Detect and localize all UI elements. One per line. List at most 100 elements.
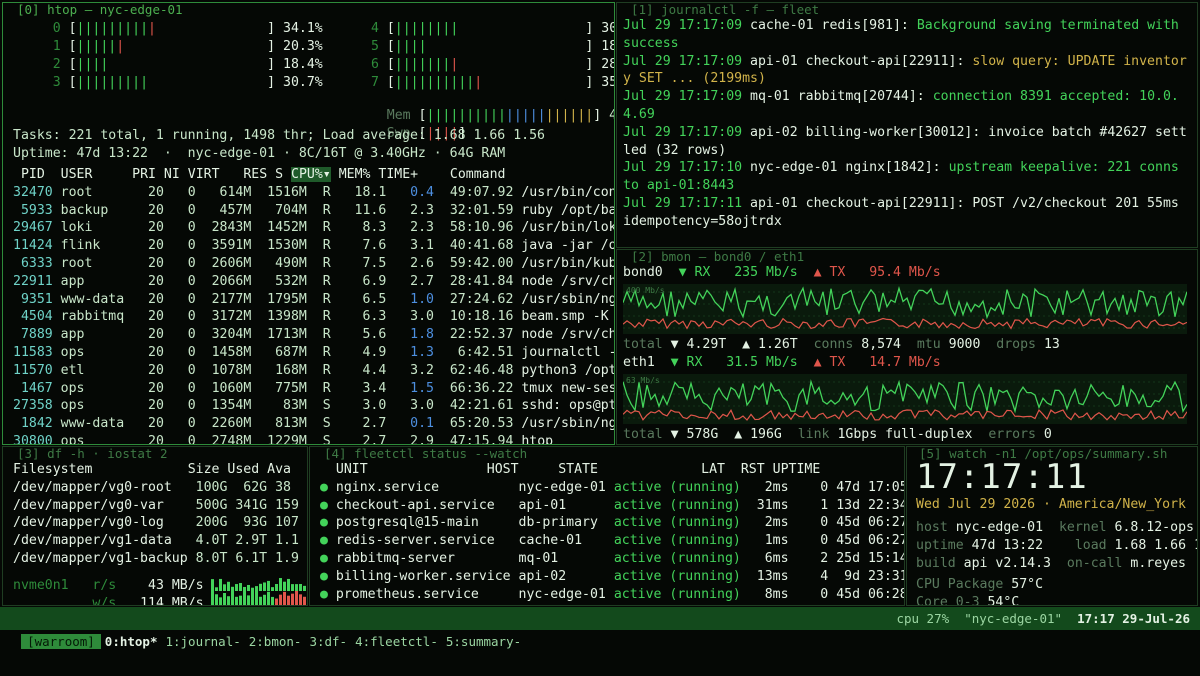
tmux-window-4[interactable]: 4:fleetctl- <box>351 634 442 649</box>
process-pid: 6333 <box>13 255 53 271</box>
iostat-write-bar <box>263 594 266 605</box>
table-row[interactable]: 29467 loki 20 0 2843M 1452M R 8.3 2.3 58… <box>13 219 614 237</box>
process-col-mem[interactable]: MEM% <box>339 167 371 182</box>
process-cmd: node /srv/chec <box>521 273 614 289</box>
process-pid: 1467 <box>13 380 53 396</box>
process-col-virt[interactable]: VIRT <box>188 167 220 182</box>
table-row[interactable]: 22911 app 20 0 2066M 532M R 6.9 2.7 28:4… <box>13 273 614 291</box>
journal-pane[interactable]: [1] journalctl -f — fleet Jul 29 17:17:0… <box>616 2 1198 248</box>
cpu-meter-1: 1 [|||||| ] 20.3% <box>13 38 323 56</box>
table-row[interactable]: ● redis-server.service cache-01 active (… <box>320 532 904 550</box>
tmux-window-5[interactable]: 5:summary- <box>442 634 525 649</box>
cpu-meter-value: 34.1% <box>283 21 323 36</box>
cpu-meter-bracket: ] <box>267 21 276 36</box>
process-pri: 20 <box>140 309 164 325</box>
summary-pane[interactable]: [5] watch -n1 /opt/ops/summary.sh 17:17:… <box>906 446 1198 606</box>
table-row[interactable]: 11583 ops 20 0 1458M 687M R 4.9 1.3 6:42… <box>13 344 614 362</box>
table-row[interactable]: ● checkout-api.service api-01 active (ru… <box>320 497 904 515</box>
table-row[interactable]: 27358 ops 20 0 1354M 83M S 3.0 3.0 42:21… <box>13 397 614 415</box>
process-pid: 11583 <box>13 344 53 360</box>
process-user: ops <box>60 398 133 414</box>
table-row[interactable]: 5933 backup 20 0 457M 704M R 11.6 2.3 32… <box>13 202 614 220</box>
fleet-unit: nginx.service <box>335 479 511 495</box>
iostat-write-bar <box>215 594 218 605</box>
df-filesystem: /dev/mapper/vg1-data <box>13 533 188 549</box>
table-row[interactable]: 7889 app 20 0 3204M 1713M R 5.6 1.8 22:5… <box>13 326 614 344</box>
process-col-time[interactable]: TIME+ <box>378 167 418 182</box>
journal-unit: checkout-api[22911]: <box>805 53 965 69</box>
tmux-window-3[interactable]: 3:df- <box>305 634 351 649</box>
process-cmd: /usr/bin/conta <box>521 184 614 200</box>
process-time: 58:10.96 <box>441 220 514 236</box>
iostat-read-bar <box>215 587 218 591</box>
process-mem: 1.5 <box>394 380 434 396</box>
df-avail: 1.9 <box>275 550 299 566</box>
process-col-command[interactable]: Command <box>450 167 506 182</box>
process-time: 49:07.92 <box>441 184 514 200</box>
session-name[interactable]: [warroom] <box>21 634 101 649</box>
iface-name: eth1 <box>623 355 655 370</box>
iostat-write-bar <box>283 591 286 605</box>
process-ni: 0 <box>171 433 196 445</box>
process-col-pid[interactable]: PID <box>21 167 45 182</box>
process-res: 1530M <box>259 238 307 254</box>
table-row[interactable]: 30800 ops 20 0 2748M 1229M S 2.7 2.9 47:… <box>13 433 614 445</box>
table-row[interactable]: 6333 root 20 0 2606M 490M R 7.5 2.6 59:4… <box>13 255 614 273</box>
df-pane[interactable]: [3] df -h · iostat 2 Filesystem Size Use… <box>2 446 308 606</box>
table-row[interactable]: 4504 rabbitmq 20 0 3172M 1398M R 6.3 3.0… <box>13 308 614 326</box>
cpu-meter-value: 28 <box>601 57 614 72</box>
table-row[interactable]: ● rabbitmq-server mq-01 active (running)… <box>320 550 904 568</box>
status-dot-icon: ● <box>320 497 328 513</box>
cpu-meter-bracket: [ <box>68 21 77 36</box>
fleet-restarts: 0 <box>796 515 829 531</box>
process-s: R <box>314 220 331 236</box>
htop-pane[interactable]: [0] htop — nyc-edge-01 0 [|||||||||| ] 3… <box>2 2 615 445</box>
process-time: 27:24.62 <box>441 291 514 307</box>
tmux-window-1[interactable]: 1:journal- <box>161 634 244 649</box>
process-col-pri[interactable]: PRI <box>132 167 156 182</box>
temp1-value: 57°C <box>1011 577 1044 592</box>
fleet-col-rst: RST <box>740 462 765 477</box>
df-table-body: /dev/mapper/vg0-root 100G 62G 38/dev/map… <box>13 479 299 568</box>
tmux-window-0[interactable]: 0:htop* <box>101 634 162 649</box>
iostat-read-value: 43 MB/s <box>148 578 204 593</box>
table-row[interactable]: ● billing-worker.service api-02 active (… <box>320 568 904 586</box>
journal-unit: nginx[1842]: <box>845 160 941 176</box>
process-cpu: 4.4 <box>338 362 387 378</box>
cpu-meter-label: 3 <box>13 75 61 90</box>
status-dot-icon: ● <box>320 586 328 602</box>
process-cpu: 4.9 <box>338 344 387 360</box>
process-col-user[interactable]: USER <box>61 167 93 182</box>
fleet-state: active (running) <box>613 550 749 566</box>
fleet-unit: redis-server.service <box>335 533 511 549</box>
cpu-meter-bracket: ] <box>267 39 276 54</box>
table-row[interactable]: ● postgresql@15-main db-primary active (… <box>320 514 904 532</box>
bmon-pane[interactable]: [2] bmon — bond0 / eth1 bond0 ▼ RX 235 M… <box>616 249 1198 445</box>
journal-pane-title: [1] journalctl -f — fleet <box>631 2 820 17</box>
table-row[interactable]: 32470 root 20 0 614M 1516M R 18.1 0.4 49… <box>13 184 614 202</box>
table-row[interactable]: 1467 ops 20 0 1060M 775M R 3.4 1.5 66:36… <box>13 380 614 398</box>
tmux-window-2[interactable]: 2:bmon- <box>245 634 306 649</box>
process-col-res[interactable]: RES <box>243 167 267 182</box>
fleet-pane[interactable]: [4] fleetctl status --watch UNIT HOST ST… <box>309 446 905 606</box>
process-col-cpu[interactable]: CPU%▾ <box>291 167 331 182</box>
process-user: etl <box>60 362 133 378</box>
process-col-s[interactable]: S <box>275 167 283 182</box>
table-row[interactable]: 1842 www-data 20 0 2260M 813M S 2.7 0.1 … <box>13 415 614 433</box>
process-cpu: 18.1 <box>338 184 387 200</box>
table-row[interactable]: ● nginx.service nyc-edge-01 active (runn… <box>320 479 904 497</box>
process-s: R <box>314 309 331 325</box>
process-pid: 7889 <box>13 327 53 343</box>
table-row[interactable]: 11424 flink 20 0 3591M 1530M R 7.6 3.1 4… <box>13 237 614 255</box>
iostat-read-bar <box>279 578 282 591</box>
process-pri: 20 <box>140 255 164 271</box>
fleet-restarts: 0 <box>796 533 829 549</box>
df-filesystem: /dev/mapper/vg1-backup <box>13 550 188 566</box>
table-row[interactable]: 9351 www-data 20 0 2177M 1795M R 6.5 1.0… <box>13 291 614 309</box>
df-size: 8.0T <box>195 550 228 566</box>
graph-scale-label: 63 Mb/s <box>626 376 660 385</box>
table-row[interactable]: 11570 etl 20 0 1078M 168M R 4.4 3.2 62:4… <box>13 362 614 380</box>
process-cpu: 8.3 <box>338 220 387 236</box>
table-row[interactable]: ● prometheus.service nyc-edge-01 active … <box>320 586 904 604</box>
process-col-ni[interactable]: NI <box>164 167 180 182</box>
